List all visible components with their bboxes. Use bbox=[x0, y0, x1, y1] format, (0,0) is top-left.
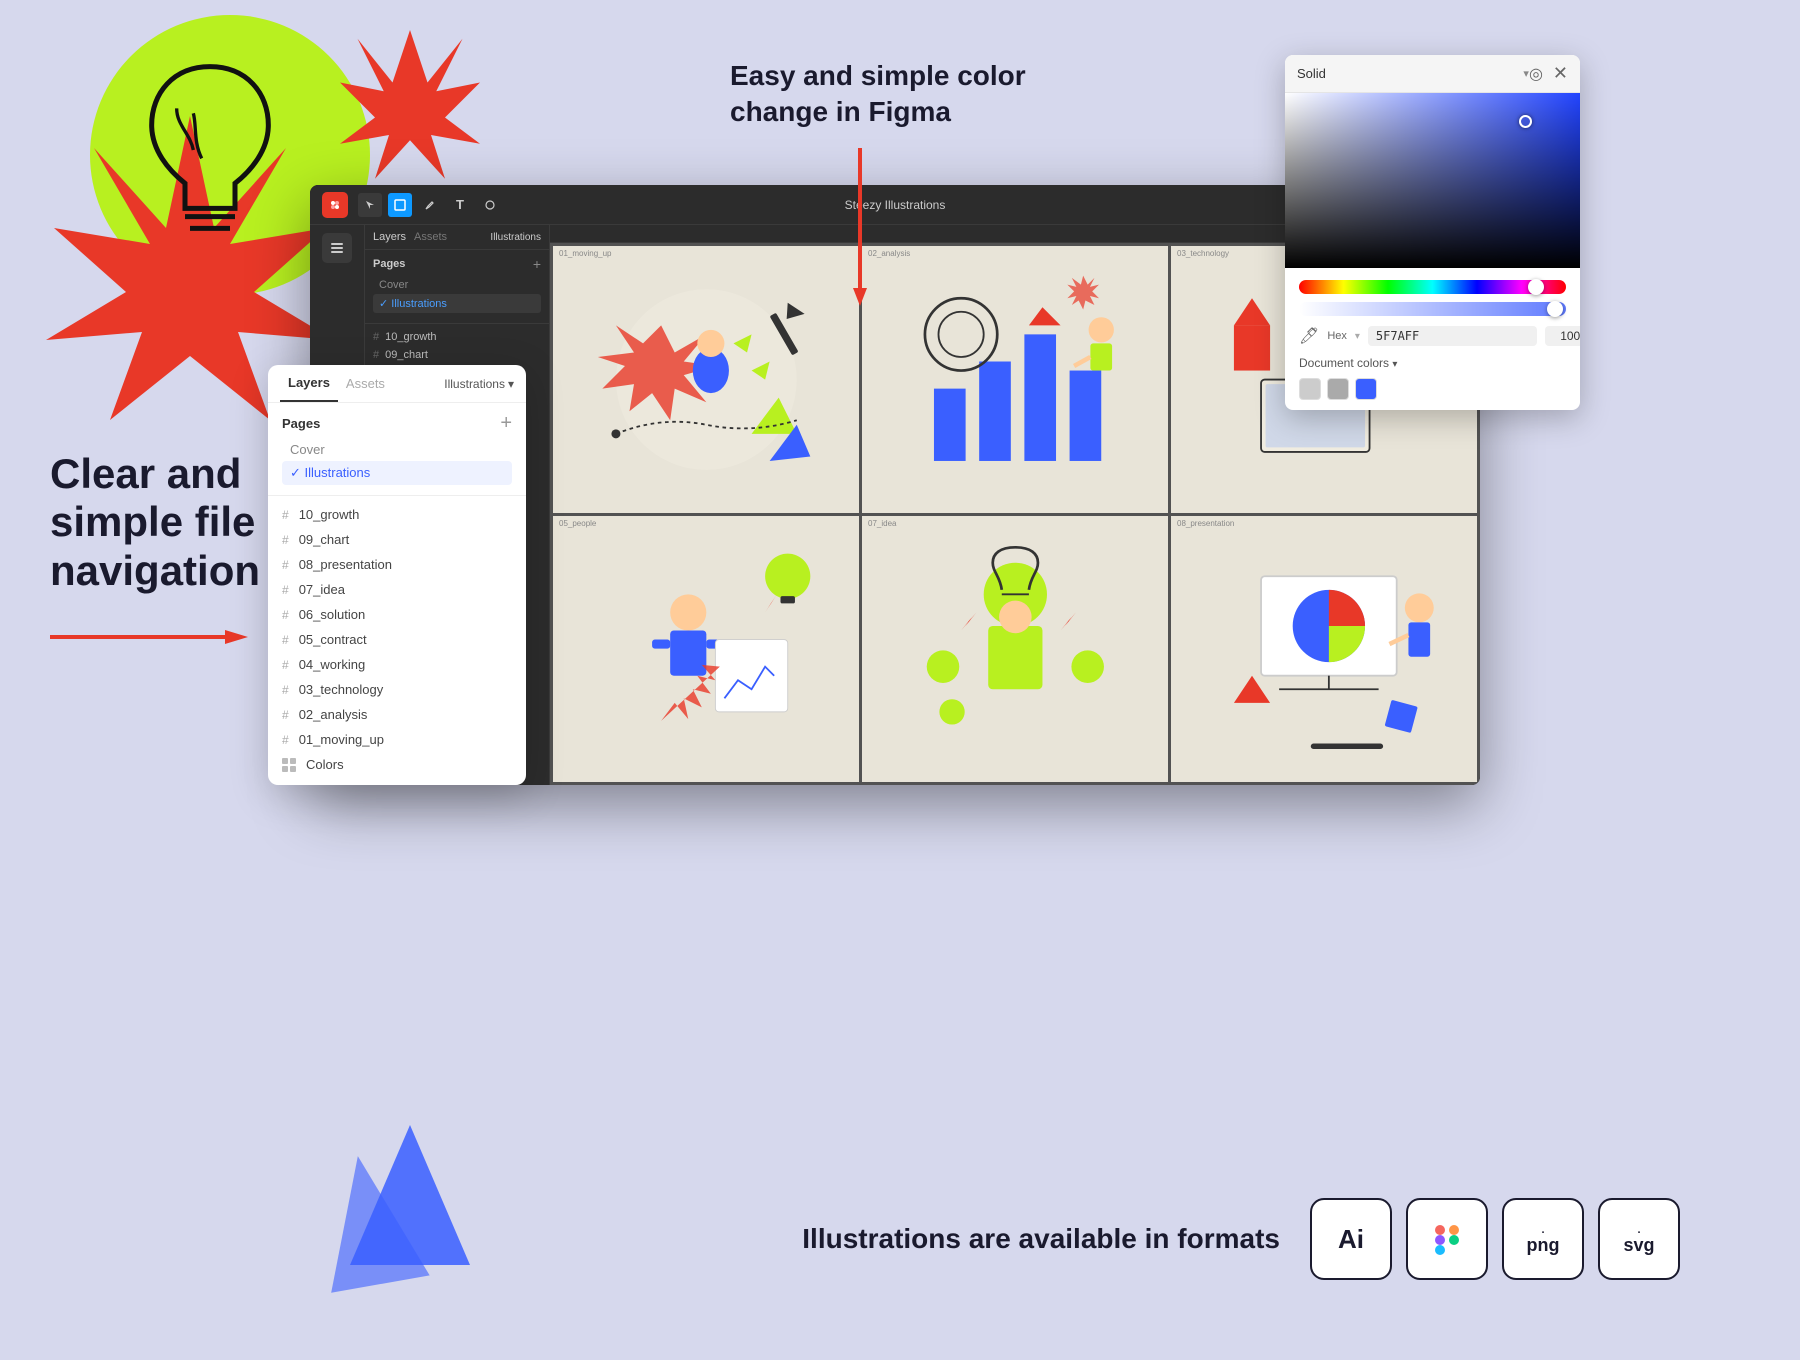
layers-panel-tabs: Layers Assets Illustrations ▾ bbox=[268, 365, 526, 403]
top-annotation-title: Easy and simple color change in Figma bbox=[730, 58, 1050, 131]
picker-close-icon[interactable]: ✕ bbox=[1553, 63, 1568, 84]
top-annotation-arrow bbox=[850, 148, 870, 308]
layer-item-03-technology[interactable]: # 03_technology bbox=[268, 677, 526, 702]
frame-05-idea: 07_idea bbox=[862, 516, 1168, 783]
picker-header: Solid ▾ ◎ ✕ bbox=[1285, 55, 1580, 93]
tool-frame[interactable] bbox=[388, 193, 412, 217]
tool-text[interactable]: T bbox=[448, 193, 472, 217]
tab-assets[interactable]: Assets bbox=[338, 366, 393, 401]
hue-thumb[interactable] bbox=[1528, 279, 1544, 295]
layer-09-chart[interactable]: #09_chart bbox=[365, 346, 549, 364]
figma-logo bbox=[322, 192, 348, 218]
frame-06-presentation: 08_presentation bbox=[1171, 516, 1477, 783]
left-annotation-title: Clear and simple file navigation bbox=[50, 450, 290, 595]
format-badge-ai: Ai bbox=[1310, 1198, 1392, 1280]
left-arrow bbox=[50, 627, 290, 647]
layer-10-growth[interactable]: #10_growth bbox=[365, 328, 549, 346]
tool-pen[interactable] bbox=[418, 193, 442, 217]
frame-label-06: 08_presentation bbox=[1177, 519, 1234, 528]
blue-triangle-decoration bbox=[310, 1125, 510, 1305]
gradient-cursor bbox=[1519, 115, 1532, 128]
hue-slider[interactable] bbox=[1299, 280, 1566, 294]
layer-item-04-working[interactable]: # 04_working bbox=[268, 652, 526, 677]
picker-title: Solid bbox=[1297, 66, 1523, 81]
frame-label-02: 02_analysis bbox=[868, 249, 910, 258]
frame-01-moving-up: 01_moving_up bbox=[553, 246, 859, 513]
layer-item-01-moving-up[interactable]: # 01_moving_up bbox=[268, 727, 526, 752]
eyedropper-icon[interactable]: 🖊 bbox=[1299, 326, 1319, 346]
format-badge-svg: . svg bbox=[1598, 1198, 1680, 1280]
colors-layer-item[interactable]: Colors bbox=[268, 752, 526, 777]
doc-colors-label[interactable]: Document colors ▾ bbox=[1299, 356, 1566, 370]
opacity-slider[interactable] bbox=[1299, 302, 1566, 316]
page-item-illustrations[interactable]: ✓ Illustrations bbox=[282, 461, 512, 485]
formats-section: Illustrations are available in formats A… bbox=[802, 1198, 1680, 1280]
pages-title: Pages bbox=[282, 416, 320, 431]
opacity-value-input[interactable] bbox=[1545, 326, 1580, 346]
tab-layers[interactable]: Layers bbox=[280, 365, 338, 402]
swatch-light[interactable] bbox=[1299, 378, 1321, 400]
doc-colors-swatches bbox=[1299, 378, 1566, 400]
picker-target-icon[interactable]: ◎ bbox=[1529, 64, 1543, 84]
frame-02-analysis: 02_analysis bbox=[862, 246, 1168, 513]
frame-label-04: 05_people bbox=[559, 519, 596, 528]
swatch-mid[interactable] bbox=[1327, 378, 1349, 400]
layer-item-09-chart[interactable]: # 09_chart bbox=[268, 527, 526, 552]
left-annotation: Clear and simple file navigation bbox=[50, 450, 290, 647]
page-item-cover[interactable]: Cover bbox=[282, 438, 512, 461]
swatch-blue[interactable] bbox=[1355, 378, 1377, 400]
format-badges-container: Ai . png . svg bbox=[1310, 1198, 1680, 1280]
color-gradient[interactable] bbox=[1285, 93, 1580, 268]
layer-item-10-growth[interactable]: # 10_growth bbox=[268, 502, 526, 527]
frame-04-working: 05_people bbox=[553, 516, 859, 783]
tool-shapes[interactable] bbox=[478, 193, 502, 217]
hex-value-input[interactable] bbox=[1368, 326, 1537, 346]
layer-item-08-presentation[interactable]: # 08_presentation bbox=[268, 552, 526, 577]
layer-item-07-idea[interactable]: # 07_idea bbox=[268, 577, 526, 602]
formats-text: Illustrations are available in formats bbox=[802, 1223, 1280, 1255]
color-picker-panel: Solid ▾ ◎ ✕ 🖊 Hex ▾ Document colors ▾ bbox=[1285, 55, 1580, 410]
opacity-thumb[interactable] bbox=[1547, 301, 1563, 317]
red-star-topleft bbox=[340, 20, 480, 180]
page-cover[interactable]: Cover bbox=[373, 276, 541, 294]
frame-label-01: 01_moving_up bbox=[559, 249, 611, 258]
layer-item-05-contract[interactable]: # 05_contract bbox=[268, 627, 526, 652]
tab-illustrations[interactable]: Illustrations ▾ bbox=[444, 377, 514, 391]
ai-label: Ai bbox=[1338, 1224, 1364, 1255]
lightbulb-icon bbox=[120, 50, 300, 250]
layer-item-06-solution[interactable]: # 06_solution bbox=[268, 602, 526, 627]
layers-panel-floating: Layers Assets Illustrations ▾ Pages + Co… bbox=[268, 365, 526, 785]
hex-label: Hex bbox=[1327, 330, 1347, 342]
frame-label-03: 03_technology bbox=[1177, 249, 1229, 258]
layer-item-02-analysis[interactable]: # 02_analysis bbox=[268, 702, 526, 727]
format-badge-figma bbox=[1406, 1198, 1488, 1280]
page-illustrations[interactable]: ✓ Illustrations bbox=[373, 294, 541, 313]
frame-label-05: 07_idea bbox=[868, 519, 896, 528]
hex-row: 🖊 Hex ▾ bbox=[1299, 326, 1566, 346]
add-page-button[interactable]: + bbox=[500, 413, 512, 433]
sidebar-layers-icon[interactable] bbox=[322, 233, 352, 263]
top-annotation: Easy and simple color change in Figma bbox=[730, 58, 1050, 131]
tool-move[interactable] bbox=[358, 193, 382, 217]
hex-chevron: ▾ bbox=[1355, 331, 1360, 342]
format-badge-png: . png bbox=[1502, 1198, 1584, 1280]
